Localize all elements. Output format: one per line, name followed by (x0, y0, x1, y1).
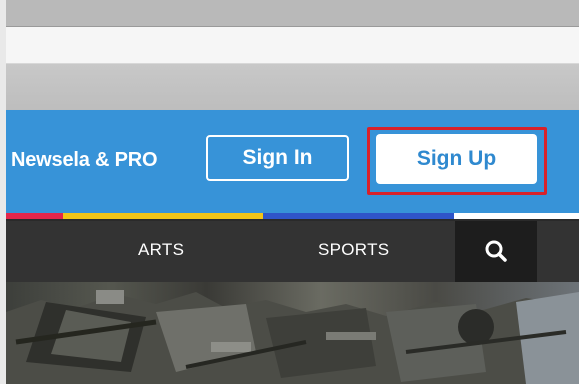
site-header: Newsela & PRO Sign In Sign Up (6, 110, 579, 213)
hero-photo[interactable] (6, 282, 579, 384)
toolbar-band (6, 63, 579, 111)
search-button[interactable] (455, 219, 537, 282)
hero-photo-graphic (6, 290, 579, 384)
nav-item-arts[interactable]: ARTS (138, 240, 184, 260)
screenshot-frame: Newsela & PRO Sign In Sign Up ARTS SPORT… (0, 0, 579, 384)
search-icon (485, 240, 507, 262)
sign-in-button[interactable]: Sign In (206, 135, 349, 181)
nav-item-sports[interactable]: SPORTS (318, 240, 389, 260)
browser-toolbar (6, 0, 579, 27)
sign-up-button[interactable]: Sign Up (376, 134, 537, 184)
left-divider (0, 0, 6, 384)
brand-label[interactable]: Newsela & PRO (11, 149, 158, 172)
address-strip (6, 27, 579, 63)
section-nav: ARTS SPORTS (6, 219, 579, 282)
